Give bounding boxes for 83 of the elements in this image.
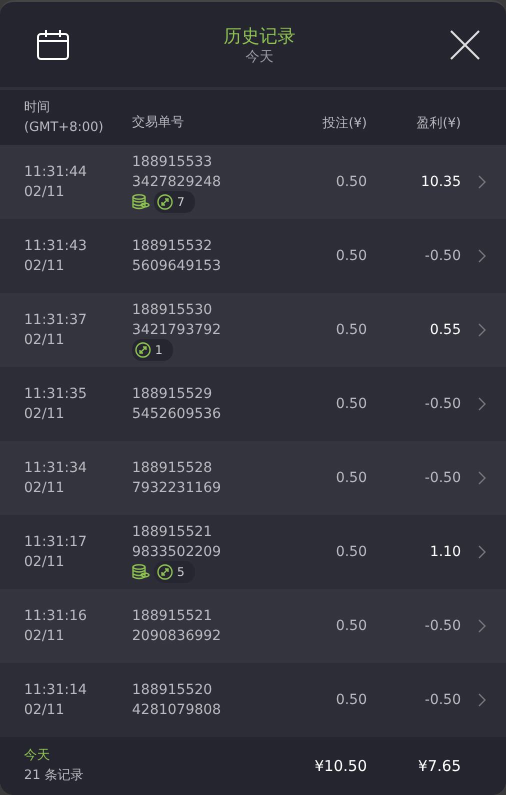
order-number: 188915533 <box>132 153 214 172</box>
total-stake: ¥10.50 <box>314 757 367 775</box>
order-number: 4281079808 <box>132 701 222 720</box>
date-text: 02/11 <box>24 183 66 202</box>
record-row[interactable]: 11:31:17 02/11 188915521 9833502209 5 0.50 1.10 <box>0 515 506 589</box>
stake-value: 0.50 <box>334 618 367 634</box>
stake-value: 0.50 <box>334 396 367 412</box>
record-count: 21 条记录 <box>24 767 85 785</box>
arrows-icon <box>135 342 151 358</box>
date-text: 02/11 <box>24 331 66 350</box>
chevron-right-icon[interactable] <box>478 545 486 559</box>
order-number: 188915532 <box>132 237 214 256</box>
count-badge: 7 <box>154 191 195 213</box>
profit-value: 1.10 <box>428 544 461 560</box>
record-row[interactable]: 11:31:44 02/11 188915533 3427829248 7 0.50 10.35 <box>0 145 506 219</box>
order-number: 188915521 <box>132 607 214 626</box>
order-number: 188915529 <box>132 385 214 404</box>
time-text: 11:31:43 <box>24 237 88 256</box>
order-number: 188915520 <box>132 681 214 700</box>
date-text: 02/11 <box>24 257 66 276</box>
record-row[interactable]: 11:31:43 02/11 188915532 5609649153 0.50 -0.50 <box>0 219 506 293</box>
profit-value: -0.50 <box>424 470 461 486</box>
column-header: 交易单号 <box>132 114 185 132</box>
arrows-icon <box>157 194 173 210</box>
date-text: 02/11 <box>24 701 66 720</box>
chevron-right-icon[interactable] <box>478 693 486 707</box>
record-row[interactable]: 11:31:35 02/11 188915529 5452609536 0.50 -0.50 <box>0 367 506 441</box>
order-number: 3421793792 <box>132 321 222 340</box>
chevron-right-icon[interactable] <box>478 471 486 485</box>
calendar-icon[interactable] <box>37 30 69 60</box>
profit-value: 10.35 <box>420 174 461 190</box>
column-header: 盈利(¥) <box>416 114 461 132</box>
stake-value: 0.50 <box>334 248 367 264</box>
panel-title: 历史记录 <box>224 24 296 48</box>
time-text: 11:31:35 <box>24 385 88 404</box>
time-text: 11:31:34 <box>24 459 88 478</box>
profit-value: 0.55 <box>428 322 461 338</box>
chevron-right-icon[interactable] <box>478 175 486 189</box>
order-number: 3427829248 <box>132 173 222 192</box>
column-header: 时间 <box>24 98 51 116</box>
profit-value: -0.50 <box>424 692 461 708</box>
total-profit: ¥7.65 <box>417 757 461 775</box>
date-text: 02/11 <box>24 479 66 498</box>
chevron-right-icon[interactable] <box>478 397 486 411</box>
profit-value: -0.50 <box>424 618 461 634</box>
order-number: 188915528 <box>132 459 214 478</box>
order-number: 5452609536 <box>132 405 222 424</box>
time-text: 11:31:37 <box>24 311 88 330</box>
record-row[interactable]: 11:31:14 02/11 188915520 4281079808 0.50 -0.50 <box>0 663 506 737</box>
date-text: 02/11 <box>24 553 66 572</box>
chevron-right-icon[interactable] <box>478 249 486 263</box>
count-badge: 5 <box>154 561 195 583</box>
order-number: 188915530 <box>132 301 214 320</box>
stake-value: 0.50 <box>334 174 367 190</box>
time-text: 11:31:16 <box>24 607 88 626</box>
count-badge: 1 <box>132 339 173 361</box>
close-icon[interactable] <box>450 30 480 60</box>
stake-value: 0.50 <box>334 544 367 560</box>
timezone-label: (GMT+8:00) <box>24 118 104 136</box>
arrows-icon <box>157 564 173 580</box>
record-row[interactable]: 11:31:16 02/11 188915521 2090836992 0.50 -0.50 <box>0 589 506 663</box>
record-row[interactable]: 11:31:34 02/11 188915528 7932231169 0.50 -0.50 <box>0 441 506 515</box>
order-number: 7932231169 <box>132 479 222 498</box>
stake-value: 0.50 <box>334 322 367 338</box>
date-text: 02/11 <box>24 405 66 424</box>
chevron-right-icon[interactable] <box>478 619 486 633</box>
order-number: 188915521 <box>132 523 214 542</box>
stake-value: 0.50 <box>334 692 367 708</box>
record-row[interactable]: 11:31:37 02/11 188915530 3421793792 1 0.50 0.55 <box>0 293 506 367</box>
profit-value: -0.50 <box>424 396 461 412</box>
stake-value: 0.50 <box>334 470 367 486</box>
time-text: 11:31:17 <box>24 533 88 552</box>
order-number: 9833502209 <box>132 543 222 562</box>
period-label: 今天 <box>24 747 51 765</box>
order-number: 2090836992 <box>132 627 222 646</box>
profit-value: -0.50 <box>424 248 461 264</box>
time-text: 11:31:14 <box>24 681 88 700</box>
order-number: 5609649153 <box>132 257 222 276</box>
time-text: 11:31:44 <box>24 163 88 182</box>
chevron-right-icon[interactable] <box>478 323 486 337</box>
period-subtitle: 今天 <box>246 48 274 66</box>
date-text: 02/11 <box>24 627 66 646</box>
column-header: 投注(¥) <box>322 114 367 132</box>
